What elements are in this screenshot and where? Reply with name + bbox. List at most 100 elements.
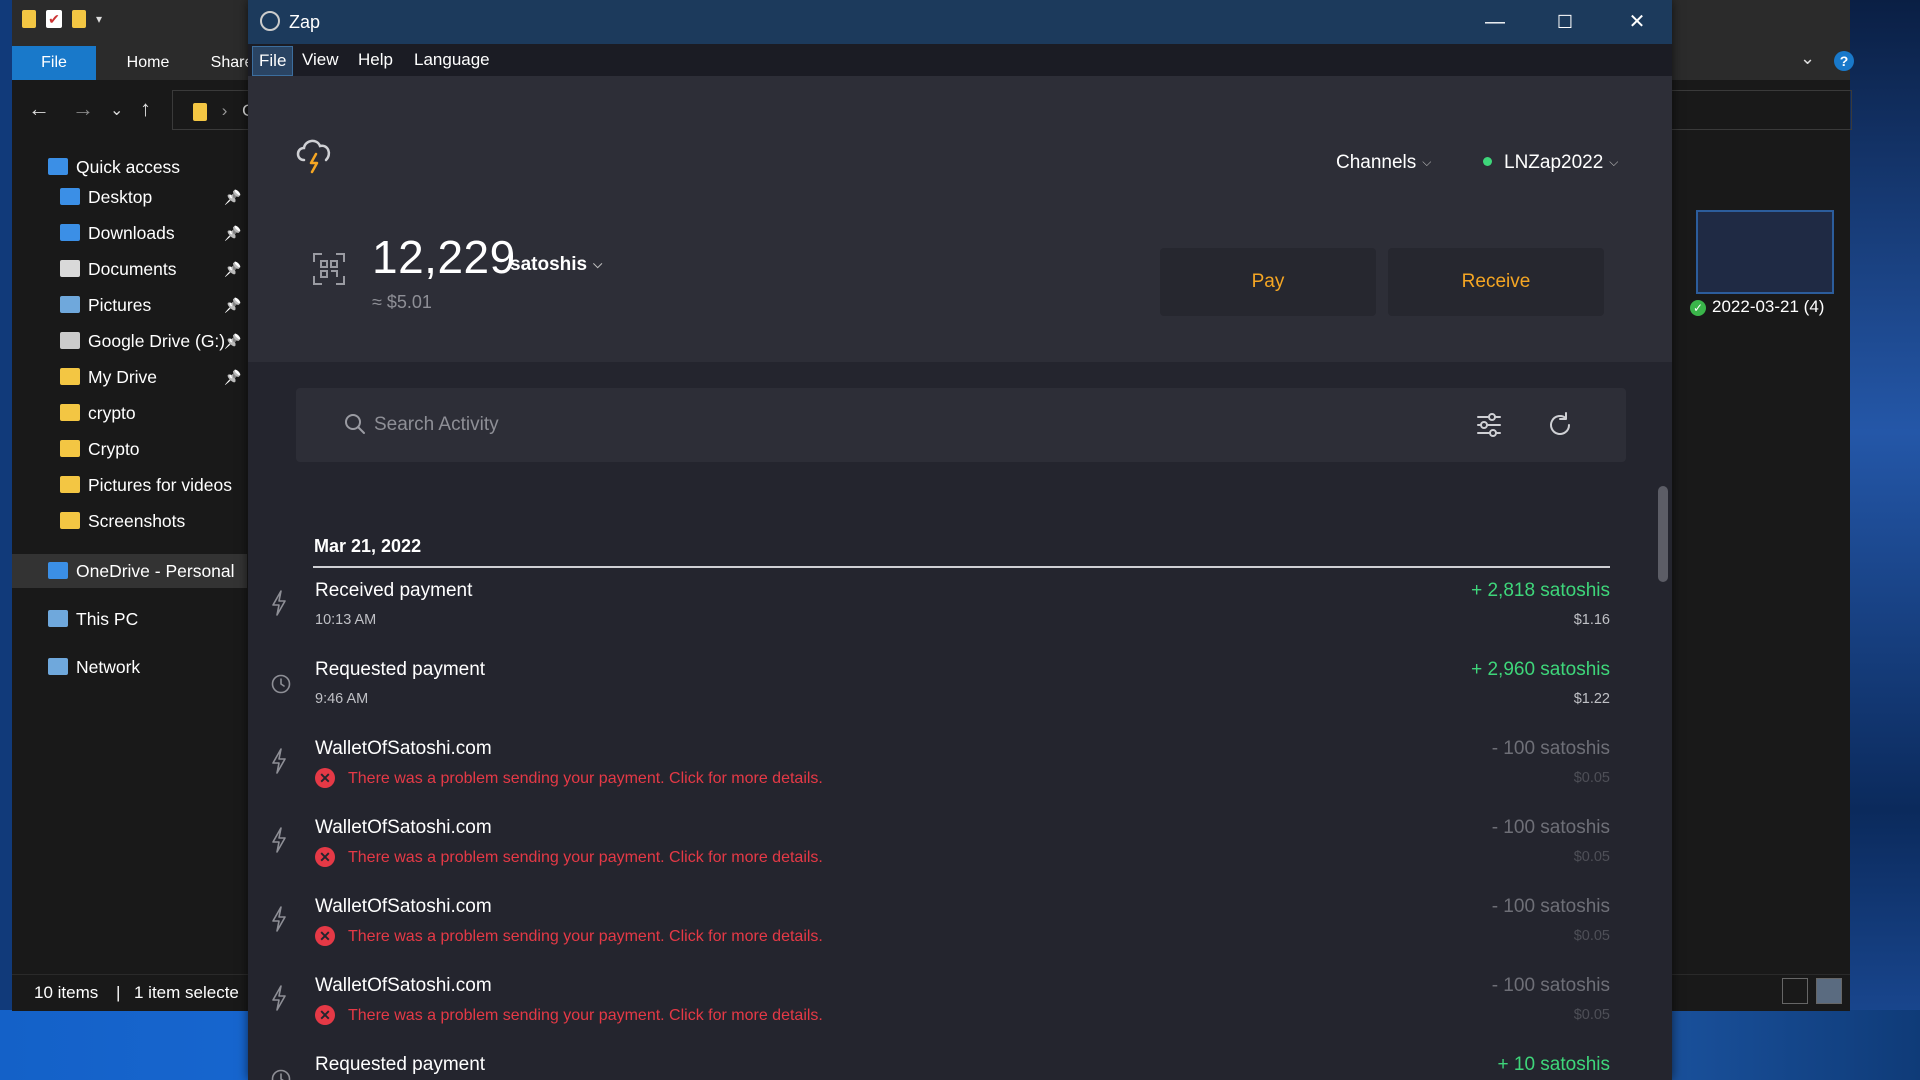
- sidebar-item[interactable]: Quick access: [12, 150, 247, 184]
- activity-amount: + 2,960 satoshis: [1471, 659, 1610, 680]
- sidebar-item[interactable]: Pictures 📌: [12, 288, 247, 322]
- error-icon: ✕: [315, 1005, 335, 1025]
- filter-icon[interactable]: [1476, 412, 1502, 438]
- sidebar-item[interactable]: Downloads 📌: [12, 216, 247, 250]
- activity-fiat: $0.05: [1573, 1007, 1610, 1023]
- sidebar-item[interactable]: Desktop 📌: [12, 180, 247, 214]
- activity-date-header: Mar 21, 2022: [314, 536, 422, 556]
- sidebar-item-label: Google Drive (G:): [88, 331, 226, 351]
- folder-icon: [60, 512, 80, 529]
- error-text: There was a problem sending your payment…: [348, 1007, 823, 1024]
- tab-home[interactable]: Home: [110, 46, 186, 80]
- sidebar-item[interactable]: My Drive 📌: [12, 360, 247, 394]
- recent-locations-icon[interactable]: ⌄: [110, 100, 123, 120]
- desktop-background-right: [1850, 0, 1920, 1080]
- pin-icon: 📌: [224, 297, 242, 313]
- menu-help[interactable]: Help: [352, 46, 399, 74]
- help-icon[interactable]: ?: [1834, 51, 1854, 71]
- activity-amount: + 10 satoshis: [1497, 1054, 1611, 1075]
- expand-ribbon-icon[interactable]: ⌄: [1800, 48, 1815, 69]
- customize-toolbar-icon[interactable]: ▾: [96, 12, 102, 26]
- pay-button[interactable]: Pay: [1160, 248, 1376, 316]
- google-drive-icon: [60, 368, 80, 385]
- receive-button[interactable]: Receive: [1388, 248, 1604, 316]
- documents-icon: [60, 260, 80, 277]
- unit-dropdown[interactable]: satoshis ⌵: [510, 254, 602, 276]
- menu-file[interactable]: File: [252, 46, 294, 76]
- activity-name: Received payment: [315, 580, 473, 601]
- error-message[interactable]: ✕ There was a problem sending your paymen…: [315, 768, 823, 788]
- activity-name: WalletOfSatoshi.com: [315, 896, 492, 917]
- error-icon: ✕: [315, 926, 335, 946]
- scrollbar-thumb[interactable]: [1658, 486, 1668, 582]
- tab-file[interactable]: File: [12, 46, 96, 80]
- properties-icon[interactable]: ✔: [46, 10, 62, 28]
- search-input[interactable]: Search Activity: [374, 414, 499, 436]
- sidebar-item[interactable]: Pictures for videos: [12, 468, 247, 502]
- sidebar-item[interactable]: OneDrive - Personal: [12, 554, 247, 588]
- activity-name: Requested payment: [315, 659, 486, 680]
- sidebar-item[interactable]: Documents 📌: [12, 252, 247, 286]
- minimize-button[interactable]: —: [1460, 0, 1530, 44]
- error-message[interactable]: ✕ There was a problem sending your paymen…: [315, 847, 823, 867]
- wallet-dropdown[interactable]: LNZap2022 ⌵: [1483, 152, 1618, 174]
- online-status-icon: [1483, 157, 1492, 166]
- forward-icon[interactable]: →: [72, 96, 94, 122]
- sidebar-item-label: Quick access: [76, 157, 181, 177]
- sidebar-item-label: Pictures: [88, 295, 152, 315]
- activity-item[interactable]: WalletOfSatoshi.com ✕ There was a problem …: [248, 896, 1648, 974]
- file-thumbnail[interactable]: [1696, 210, 1834, 294]
- sidebar-item[interactable]: This PC: [12, 602, 247, 636]
- activity-item[interactable]: Received payment 10:13 AM + 2,818 satoshis…: [248, 580, 1648, 658]
- activity-item[interactable]: Requested payment 9:46 AM + 2,960 satoshis…: [248, 659, 1648, 737]
- balance-fiat: ≈ $5.01: [372, 292, 432, 312]
- menu-view[interactable]: View: [296, 46, 345, 74]
- sidebar-item[interactable]: Google Drive (G:) 📌: [12, 324, 247, 358]
- close-button[interactable]: ✕: [1602, 0, 1672, 44]
- activity-item[interactable]: WalletOfSatoshi.com ✕ There was a problem …: [248, 817, 1648, 895]
- folder-icon[interactable]: [22, 10, 36, 28]
- error-message[interactable]: ✕ There was a problem sending your paymen…: [315, 1005, 823, 1025]
- new-folder-icon[interactable]: [72, 10, 86, 28]
- channels-dropdown[interactable]: Channels ⌵: [1336, 152, 1431, 174]
- pin-icon: 📌: [224, 261, 242, 277]
- sidebar-item[interactable]: Screenshots: [12, 504, 247, 538]
- refresh-icon[interactable]: [1546, 411, 1574, 439]
- sidebar-item[interactable]: Crypto: [12, 432, 247, 466]
- details-view-icon[interactable]: [1782, 978, 1808, 1004]
- network-icon: [48, 658, 68, 675]
- sidebar-item[interactable]: crypto: [12, 396, 247, 430]
- activity-amount: - 100 satoshis: [1491, 975, 1610, 996]
- sidebar-item-label: This PC: [76, 609, 139, 629]
- folder-icon: [193, 102, 207, 121]
- lightning-icon: [270, 590, 288, 621]
- sidebar-item[interactable]: Network: [12, 650, 247, 684]
- file-label[interactable]: ✓ 2022-03-21 (4): [1690, 297, 1824, 317]
- maximize-button[interactable]: ☐: [1530, 0, 1600, 44]
- clock-icon: [270, 673, 292, 700]
- pin-icon: 📌: [224, 189, 242, 205]
- sidebar-item-label: Pictures for videos: [88, 475, 232, 495]
- sync-check-icon: ✓: [1690, 300, 1706, 316]
- qr-code-icon[interactable]: [312, 252, 346, 286]
- activity-item[interactable]: WalletOfSatoshi.com ✕ There was a problem …: [248, 975, 1648, 1053]
- sidebar-item-label: OneDrive - Personal: [76, 561, 235, 581]
- view-toggle: [1782, 978, 1842, 1004]
- chevron-down-icon: ⌵: [1422, 155, 1432, 169]
- zap-logo-icon: [260, 11, 280, 31]
- up-icon[interactable]: ↑: [140, 96, 151, 122]
- activity-fiat: $0.05: [1573, 849, 1610, 865]
- activity-fiat: $0.05: [1573, 928, 1610, 944]
- error-message[interactable]: ✕ There was a problem sending your paymen…: [315, 926, 823, 946]
- folder-icon: [60, 476, 80, 493]
- menu-language[interactable]: Language: [408, 46, 496, 74]
- large-icons-view-icon[interactable]: [1816, 978, 1842, 1004]
- sidebar-item-label: Screenshots: [88, 511, 186, 531]
- activity-item[interactable]: Requested payment + 10 satoshis: [248, 1054, 1648, 1080]
- back-icon[interactable]: ←: [28, 96, 50, 122]
- channels-label: Channels: [1336, 152, 1417, 173]
- onedrive-icon: [48, 562, 68, 579]
- lightning-icon: [270, 906, 288, 937]
- lightning-icon: [270, 985, 288, 1016]
- activity-item[interactable]: WalletOfSatoshi.com ✕ There was a problem …: [248, 738, 1648, 816]
